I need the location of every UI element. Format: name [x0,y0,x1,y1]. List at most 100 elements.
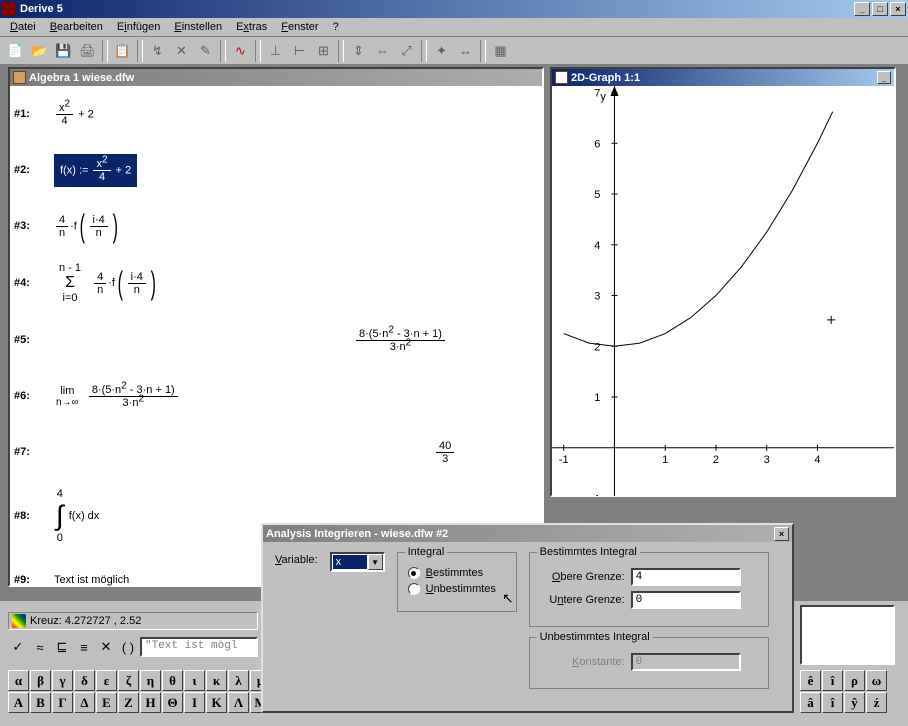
greek-btn-ζ[interactable]: ζ [118,670,139,691]
dialog-titlebar[interactable]: Analysis Integrieren - wiese.dfw #2 × [263,525,792,542]
greek-btn-Γ[interactable]: Γ [52,692,73,713]
greek-btn-ź[interactable]: ź [866,692,887,713]
menu-einstellen[interactable]: Einstellen [167,19,229,35]
plot-icon[interactable]: ↯ [146,40,169,62]
algebra-content[interactable]: #1: x24 + 2 #2: f(x) := x24 + 2 #3: 4n·f… [10,86,542,586]
expr-4[interactable]: #4: n - 1Σi=0 4n·f(i·4n) [14,262,538,304]
expr-5[interactable]: #5: 8·(5·n2 - 3·n + 1)3·n2 [14,320,538,360]
graph-plot[interactable]: y -11234567 -11234 [552,86,894,496]
open-icon[interactable]: 📂 [28,40,51,62]
entry-input[interactable]: "Text ist mögl [140,637,258,657]
greek-btn-ê[interactable]: ê [800,670,821,691]
graph-minimize-button[interactable]: _ [877,71,891,84]
svg-text:4: 4 [814,454,820,466]
check-icon[interactable]: ✓ [8,637,28,657]
app-title: Derive 5 [20,3,854,15]
greek-btn-ε[interactable]: ε [96,670,117,691]
greek-btn-δ[interactable]: δ [74,670,95,691]
greek-btn-θ[interactable]: θ [162,670,183,691]
greek-btn-ŷ[interactable]: ŷ [844,692,865,713]
greek-btn-â[interactable]: â [800,692,821,713]
greek-btn-î[interactable]: î [822,692,843,713]
menu-extras[interactable]: Extras [229,19,274,35]
zoom-both-icon[interactable]: ⤢ [395,40,418,62]
print-icon[interactable]: 🖨 [76,40,99,62]
greek-btn-Ζ[interactable]: Ζ [118,692,139,713]
menu-einfuegen[interactable]: Einfügen [110,19,167,35]
radio-bestimmtes[interactable]: Bestimmtes [408,567,506,579]
expr-7[interactable]: #7: 403 [14,432,538,472]
expr-2[interactable]: #2: f(x) := x24 + 2 [14,150,538,190]
obere-input[interactable]: 4 [631,568,741,586]
trace-icon[interactable]: ∿ [229,40,252,62]
center-icon[interactable]: ✦ [430,40,453,62]
greek-btn-Λ[interactable]: Λ [228,692,249,713]
svg-text:2: 2 [594,341,600,353]
greek-btn-β[interactable]: β [30,670,51,691]
graph-pane: 2D-Graph 1:1 _ y -11234567 -11234 [550,67,896,497]
greek-btn-Β[interactable]: Β [30,692,51,713]
close-button[interactable]: × [890,2,906,16]
variable-select[interactable]: x ▼ [330,552,385,572]
greek-btn-Θ[interactable]: Θ [162,692,183,713]
menu-bearbeiten[interactable]: Bearbeiten [43,19,110,35]
greek-btn-Ι[interactable]: Ι [184,692,205,713]
toolbar: 📄 📂 💾 🖨 📋 ↯ ✕ ✎ ∿ ⊥ ⊢ ⊞ ⇕ ⇔ ⤢ ✦ ↔ ▦ [0,37,908,65]
axis-v-icon[interactable]: ⊥ [264,40,287,62]
dialog-close-button[interactable]: × [774,527,789,541]
grid-icon[interactable]: ⊞ [312,40,335,62]
expr-3[interactable]: #3: 4n·f(i·4n) [14,206,538,246]
untere-input[interactable]: 0 [631,591,741,609]
sub-icon[interactable]: ⊑ [52,637,72,657]
greek-btn-γ[interactable]: γ [52,670,73,691]
svg-text:y: y [600,91,606,103]
greek-btn-Ε[interactable]: Ε [96,692,117,713]
delete-icon[interactable]: ✕ [170,40,193,62]
greek-btn-Α[interactable]: Α [8,692,29,713]
save-icon[interactable]: 💾 [52,40,75,62]
copy-icon[interactable]: 📋 [111,40,134,62]
radio-unbestimmtes-input[interactable] [408,583,420,595]
graph-pane-title[interactable]: 2D-Graph 1:1 _ [552,69,894,86]
integrate-dialog: Analysis Integrieren - wiese.dfw #2 × Va… [261,523,794,713]
zoom-h-icon[interactable]: ⇔ [371,40,394,62]
greek-btn-ρ[interactable]: ρ [844,670,865,691]
graph-pane-icon [555,71,568,84]
expr-6[interactable]: #6: limn→∞ 8·(5·n2 - 3·n + 1)3·n2 [14,376,538,416]
greek-btn-λ[interactable]: λ [228,670,249,691]
greek-btn-Κ[interactable]: Κ [206,692,227,713]
menu-datei[interactable]: Datei [3,19,43,35]
greek-btn-ι[interactable]: ι [184,670,205,691]
algebra-pane-title[interactable]: Algebra 1 wiese.dfw [10,69,542,86]
greek-btn-κ[interactable]: κ [206,670,227,691]
konstante-fieldset: Unbestimmtes Integral Konstante: 0 [529,637,769,689]
expr-1[interactable]: #1: x24 + 2 [14,94,538,134]
svg-text:-1: -1 [591,494,601,496]
greek-btn-Δ[interactable]: Δ [74,692,95,713]
minimize-button[interactable]: _ [854,2,870,16]
edit-icon[interactable]: ✎ [194,40,217,62]
menu-hilfe[interactable]: ? [326,19,346,35]
move-icon[interactable]: ↔ [454,40,477,62]
x-icon[interactable]: ✕ [96,637,116,657]
bounds-legend: Bestimmtes Integral [537,546,640,558]
eq-icon[interactable]: ≡ [74,637,94,657]
menu-fenster[interactable]: Fenster [274,19,325,35]
radio-bestimmtes-input[interactable] [408,567,420,579]
svg-text:7: 7 [594,88,600,100]
paren-icon[interactable]: ( ) [118,637,138,657]
window-icon[interactable]: ▦ [489,40,512,62]
konstante-label: Konstante: [540,656,625,668]
axis-h-icon[interactable]: ⊢ [288,40,311,62]
new-icon[interactable]: 📄 [4,40,27,62]
radio-unbestimmtes[interactable]: Unbestimmtes [408,583,506,595]
approx-icon[interactable]: ≈ [30,637,50,657]
zoom-v-icon[interactable]: ⇕ [347,40,370,62]
greek-btn-Η[interactable]: Η [140,692,161,713]
greek-btn-α[interactable]: α [8,670,29,691]
greek-btn-η[interactable]: η [140,670,161,691]
greek-btn-ω[interactable]: ω [866,670,887,691]
greek-btn-î[interactable]: î [822,670,843,691]
dropdown-icon[interactable]: ▼ [368,554,383,570]
maximize-button[interactable]: □ [872,2,888,16]
